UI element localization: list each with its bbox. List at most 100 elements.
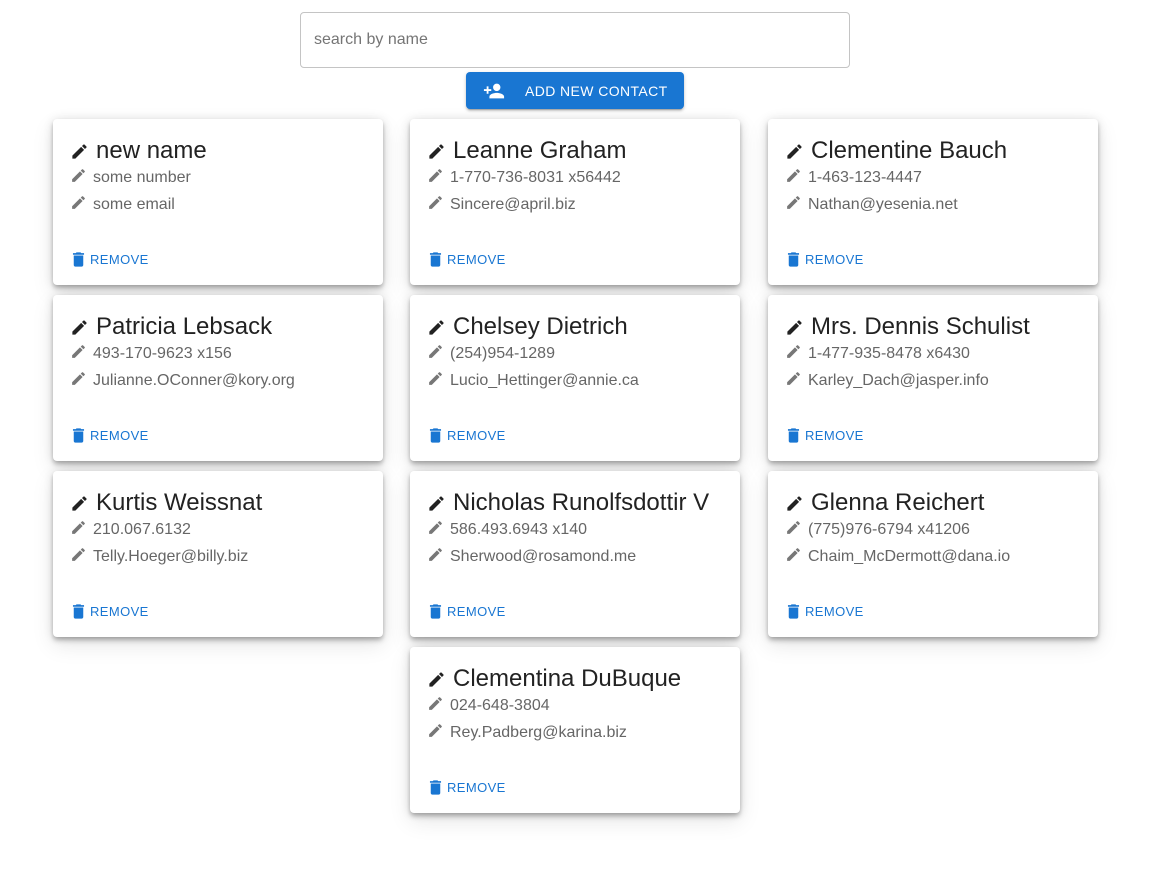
edit-name-icon[interactable] xyxy=(427,142,446,161)
edit-name-icon[interactable] xyxy=(70,142,89,161)
trash-icon xyxy=(426,425,445,446)
edit-phone-icon[interactable] xyxy=(427,167,444,184)
contact-phone: 493-170-9623 x156 xyxy=(93,345,232,362)
contact-email: Chaim_McDermott@dana.io xyxy=(808,548,1011,565)
contact-phone-row[interactable]: 1-463-123-4447 xyxy=(785,167,922,187)
contact-name: Leanne Graham xyxy=(453,137,627,164)
edit-email-icon[interactable] xyxy=(427,546,444,563)
contact-name-row[interactable]: Leanne Graham xyxy=(427,138,626,164)
contact-phone: some number xyxy=(93,169,191,186)
contact-email-row[interactable]: Nathan@yesenia.net xyxy=(785,194,958,214)
contact-phone-row[interactable]: 1-770-736-8031 x56442 xyxy=(427,167,621,187)
edit-email-icon[interactable] xyxy=(427,370,444,387)
contact-name-row[interactable]: Kurtis Weissnat xyxy=(70,490,262,516)
contact-email: Telly.Hoeger@billy.biz xyxy=(93,548,249,565)
edit-email-icon[interactable] xyxy=(427,194,444,211)
contact-name: Chelsey Dietrich xyxy=(453,313,628,340)
contact-card: Glenna Reichert (775)976-6794 x41206 Cha… xyxy=(768,471,1098,637)
contact-phone-row[interactable]: 1-477-935-8478 x6430 xyxy=(785,343,970,363)
contact-email-row[interactable]: Sincere@april.biz xyxy=(427,194,576,214)
contact-card: Patricia Lebsack 493-170-9623 x156 Julia… xyxy=(53,295,383,461)
edit-name-icon[interactable] xyxy=(427,318,446,337)
edit-email-icon[interactable] xyxy=(785,194,802,211)
edit-name-icon[interactable] xyxy=(427,670,446,689)
contact-phone-row[interactable]: some number xyxy=(70,167,191,187)
contact-card: Clementine Bauch 1-463-123-4447 Nathan@y… xyxy=(768,119,1098,285)
contact-name-row[interactable]: Glenna Reichert xyxy=(785,490,984,516)
contact-name: Kurtis Weissnat xyxy=(96,489,263,516)
edit-email-icon[interactable] xyxy=(70,370,87,387)
remove-contact-button[interactable]: REMOVE xyxy=(784,425,864,446)
contact-name-row[interactable]: Clementine Bauch xyxy=(785,138,1007,164)
contact-phone-row[interactable]: 493-170-9623 x156 xyxy=(70,343,232,363)
remove-contact-button[interactable]: REMOVE xyxy=(69,425,149,446)
edit-email-icon[interactable] xyxy=(427,722,444,739)
remove-contact-button[interactable]: REMOVE xyxy=(426,777,506,798)
contact-name-row[interactable]: Clementina DuBuque xyxy=(427,666,681,692)
contact-phone-row[interactable]: 210.067.6132 xyxy=(70,519,191,539)
contact-name-row[interactable]: Patricia Lebsack xyxy=(70,314,272,340)
remove-contact-button[interactable]: REMOVE xyxy=(69,601,149,622)
contact-card: Chelsey Dietrich (254)954-1289 Lucio_Het… xyxy=(410,295,740,461)
contact-email-row[interactable]: Sherwood@rosamond.me xyxy=(427,546,636,566)
contact-email-row[interactable]: Lucio_Hettinger@annie.ca xyxy=(427,370,639,390)
contact-phone: 586.493.6943 x140 xyxy=(450,521,588,538)
remove-contact-button[interactable]: REMOVE xyxy=(426,425,506,446)
contact-email-row[interactable]: Karley_Dach@jasper.info xyxy=(785,370,989,390)
contact-name: Mrs. Dennis Schulist xyxy=(811,313,1030,340)
remove-contact-button[interactable]: REMOVE xyxy=(784,249,864,270)
contact-phone-row[interactable]: 586.493.6943 x140 xyxy=(427,519,588,539)
add-new-contact-button[interactable]: ADD NEW CONTACT xyxy=(466,72,684,109)
contact-card: Leanne Graham 1-770-736-8031 x56442 Sinc… xyxy=(410,119,740,285)
edit-phone-icon[interactable] xyxy=(785,519,802,536)
edit-name-icon[interactable] xyxy=(785,318,804,337)
remove-contact-button[interactable]: REMOVE xyxy=(426,601,506,622)
edit-name-icon[interactable] xyxy=(785,142,804,161)
edit-phone-icon[interactable] xyxy=(70,519,87,536)
contact-phone-row[interactable]: 024-648-3804 xyxy=(427,695,550,715)
edit-name-icon[interactable] xyxy=(427,494,446,513)
contact-phone-row[interactable]: (254)954-1289 xyxy=(427,343,555,363)
contact-email: some email xyxy=(93,196,175,213)
contact-name-row[interactable]: Chelsey Dietrich xyxy=(427,314,628,340)
edit-email-icon[interactable] xyxy=(785,370,802,387)
contact-name-row[interactable]: Mrs. Dennis Schulist xyxy=(785,314,1030,340)
remove-label: REMOVE xyxy=(447,252,506,267)
edit-phone-icon[interactable] xyxy=(785,343,802,360)
contact-email-row[interactable]: Rey.Padberg@karina.biz xyxy=(427,722,627,742)
edit-phone-icon[interactable] xyxy=(70,343,87,360)
edit-phone-icon[interactable] xyxy=(427,343,444,360)
remove-contact-button[interactable]: REMOVE xyxy=(69,249,149,270)
contact-name-row[interactable]: Nicholas Runolfsdottir V xyxy=(427,490,709,516)
contact-email-row[interactable]: some email xyxy=(70,194,175,214)
contact-name: Patricia Lebsack xyxy=(96,313,273,340)
contact-name-row[interactable]: new name xyxy=(70,138,207,164)
contact-phone: 210.067.6132 xyxy=(93,521,191,538)
contact-card: Nicholas Runolfsdottir V 586.493.6943 x1… xyxy=(410,471,740,637)
edit-phone-icon[interactable] xyxy=(427,695,444,712)
edit-name-icon[interactable] xyxy=(70,318,89,337)
edit-email-icon[interactable] xyxy=(70,194,87,211)
edit-email-icon[interactable] xyxy=(70,546,87,563)
trash-icon xyxy=(69,425,88,446)
contact-email-row[interactable]: Chaim_McDermott@dana.io xyxy=(785,546,1011,566)
edit-phone-icon[interactable] xyxy=(785,167,802,184)
contact-phone-row[interactable]: (775)976-6794 x41206 xyxy=(785,519,970,539)
contact-name: Nicholas Runolfsdottir V xyxy=(453,489,710,516)
edit-phone-icon[interactable] xyxy=(427,519,444,536)
edit-name-icon[interactable] xyxy=(785,494,804,513)
search-input[interactable] xyxy=(301,13,849,67)
remove-label: REMOVE xyxy=(447,604,506,619)
remove-label: REMOVE xyxy=(805,252,864,267)
remove-contact-button[interactable]: REMOVE xyxy=(426,249,506,270)
contact-email-row[interactable]: Julianne.OConner@kory.org xyxy=(70,370,295,390)
remove-contact-button[interactable]: REMOVE xyxy=(784,601,864,622)
edit-phone-icon[interactable] xyxy=(70,167,87,184)
edit-email-icon[interactable] xyxy=(785,546,802,563)
contact-card: new name some number some email REMOVE xyxy=(53,119,383,285)
contact-phone: (775)976-6794 x41206 xyxy=(808,521,970,538)
edit-name-icon[interactable] xyxy=(70,494,89,513)
contact-name: Clementina DuBuque xyxy=(453,665,682,692)
contact-email-row[interactable]: Telly.Hoeger@billy.biz xyxy=(70,546,249,566)
contact-phone: 1-477-935-8478 x6430 xyxy=(808,345,970,362)
